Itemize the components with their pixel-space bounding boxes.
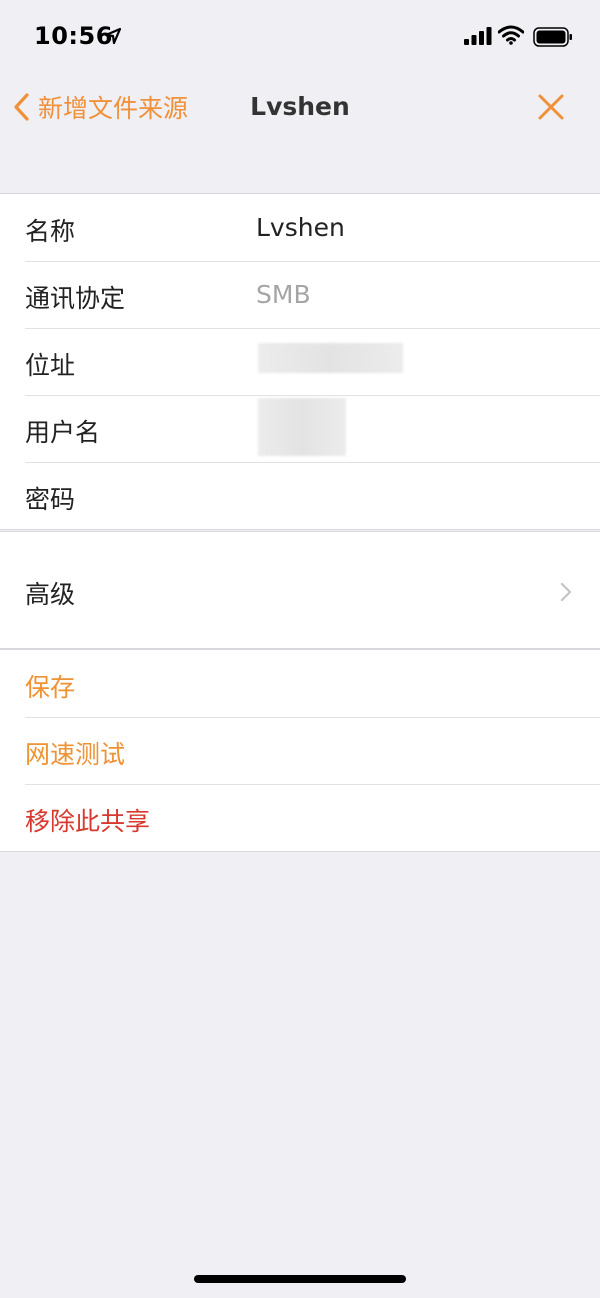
row-label: 密码 [25, 485, 76, 514]
page-title: Lvshen [250, 92, 350, 121]
source-form: 名称 Lvshen 通讯协定 SMB 位址 用户名 密码 [0, 193, 600, 530]
close-icon[interactable] [537, 93, 565, 121]
back-button[interactable]: 新增文件来源 [12, 89, 188, 125]
address-value-redacted[interactable] [258, 343, 403, 373]
chevron-right-icon [560, 582, 572, 602]
save-label: 保存 [25, 673, 76, 702]
actions-group: 保存 网速测试 移除此共享 [0, 649, 600, 852]
remove-share-label: 移除此共享 [25, 807, 151, 836]
advanced-label: 高级 [25, 580, 76, 609]
name-value[interactable]: Lvshen [256, 213, 345, 242]
row-username[interactable]: 用户名 [0, 395, 600, 462]
row-name[interactable]: 名称 Lvshen [0, 194, 600, 261]
home-indicator [194, 1275, 406, 1283]
remove-share-button[interactable]: 移除此共享 [0, 784, 600, 851]
row-password[interactable]: 密码 [0, 462, 600, 529]
chevron-left-icon [14, 93, 29, 121]
back-button-label: 新增文件来源 [38, 94, 189, 123]
location-arrow-icon [104, 27, 122, 45]
battery-icon [533, 27, 572, 47]
status-bar: 10:56 [0, 0, 600, 75]
speed-test-label: 网速测试 [25, 740, 126, 769]
row-label: 通讯协定 [25, 284, 126, 313]
navigation-bar: 新增文件来源 Lvshen [0, 75, 600, 139]
cellular-signal-icon [464, 27, 492, 45]
save-button[interactable]: 保存 [0, 650, 600, 717]
status-time: 10:56 [34, 22, 113, 50]
speed-test-button[interactable]: 网速测试 [0, 717, 600, 784]
row-protocol[interactable]: 通讯协定 SMB [0, 261, 600, 328]
username-value-redacted[interactable] [258, 398, 346, 456]
row-label: 名称 [25, 217, 76, 246]
advanced-group: 高级 [0, 531, 600, 649]
advanced-row[interactable]: 高级 [0, 532, 600, 648]
row-address[interactable]: 位址 [0, 328, 600, 395]
wifi-icon [498, 25, 524, 45]
row-label: 用户名 [25, 418, 101, 447]
row-label: 位址 [25, 351, 76, 380]
protocol-value: SMB [256, 280, 311, 309]
